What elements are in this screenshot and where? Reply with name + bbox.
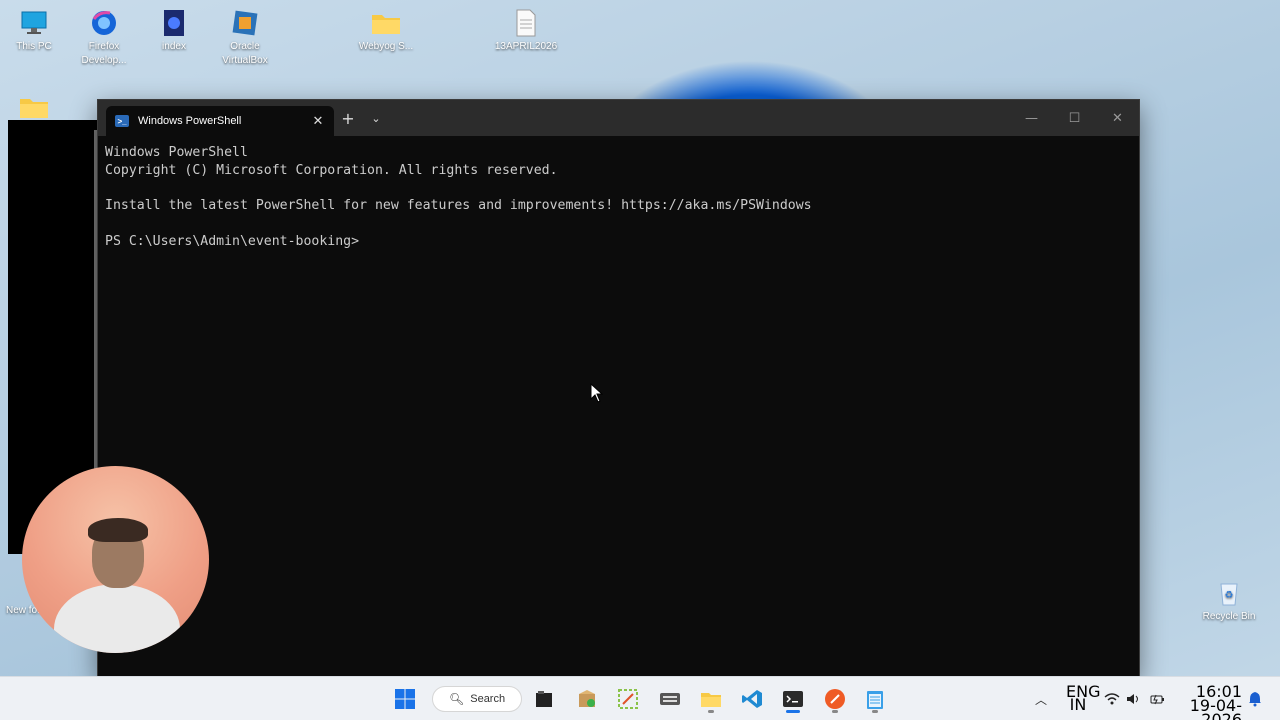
desktop-icon-label: index	[162, 41, 186, 52]
console-line: ​	[105, 215, 1132, 233]
desktop-icon-label: Oracle VirtualBox	[222, 41, 268, 66]
folder-icon	[369, 8, 403, 38]
search-label: Search	[470, 693, 506, 705]
running-indicator	[708, 710, 714, 713]
tab-windows-powershell[interactable]: >_ Windows PowerShell ✕	[106, 106, 334, 136]
windows-icon	[395, 689, 415, 709]
close-tab-icon[interactable]: ✕	[308, 111, 328, 131]
desktop-icon-webyog[interactable]: Webyog S...	[349, 8, 423, 54]
speaker-icon	[1127, 694, 1138, 704]
console-line: ​	[105, 180, 1132, 198]
minimize-button[interactable]: —	[1010, 100, 1053, 136]
mouse-cursor-icon	[590, 383, 604, 403]
terminal-icon	[783, 691, 803, 707]
folder-icon	[701, 693, 721, 707]
taskbar-keyboard-app[interactable]	[653, 683, 687, 715]
taskbar-snipping-tool[interactable]	[611, 683, 645, 715]
taskbar-package-app[interactable]	[570, 683, 604, 715]
desktop-icon-this-pc[interactable]: This PC	[0, 8, 71, 54]
console-line: Copyright (C) Microsoft Corporation. All…	[105, 162, 558, 178]
active-indicator	[786, 710, 800, 713]
close-button[interactable]: ✕	[1096, 100, 1139, 136]
desktop-icon-firefox-developer[interactable]: Firefox Develop...	[67, 8, 141, 68]
webcam-person-hair	[88, 518, 148, 542]
wifi-button[interactable]	[1101, 683, 1123, 715]
clock-date: 19-04-2026	[1189, 696, 1242, 720]
notifications-button[interactable]	[1244, 683, 1266, 715]
start-button[interactable]	[388, 683, 422, 715]
keyboard-icon	[660, 693, 680, 705]
terminal-window[interactable]: >_ Windows PowerShell ✕ + ⌄ — ☐ ✕ Window…	[97, 99, 1140, 677]
battery-button[interactable]	[1146, 683, 1168, 715]
notepad-icon	[867, 691, 883, 709]
console-line: Install the latest PowerShell for new fe…	[105, 198, 812, 214]
desktop-icon-label: 13APRIL2026	[494, 41, 558, 52]
desktop-icon-recycle-bin[interactable]: ♻ Recycle Bin	[1192, 578, 1266, 624]
chevron-up-icon: ︿	[1034, 692, 1047, 707]
powershell-icon: >_	[115, 115, 129, 127]
desktop-icon-label: Webyog S...	[358, 41, 414, 52]
webcam-person-body	[54, 584, 180, 653]
taskbar: 🔍︎ Search ︿ ENG IN 16:01 19-04-2026	[0, 676, 1280, 720]
search-icon: 🔍︎	[449, 692, 465, 706]
running-indicator	[832, 710, 838, 713]
terminal-titlebar[interactable]: >_ Windows PowerShell ✕ + ⌄ — ☐ ✕	[98, 100, 1139, 136]
postman-icon	[825, 689, 845, 709]
vscode-icon	[742, 690, 762, 708]
taskbar-file-explorer[interactable]	[694, 683, 728, 715]
firefox-icon	[87, 8, 121, 38]
volume-button[interactable]	[1123, 683, 1145, 715]
terminal-output[interactable]: Windows PowerShell Copyright (C) Microsof…	[98, 136, 1139, 259]
system-clock[interactable]: 16:01 19-04-2026	[1180, 684, 1242, 720]
chevron-down-icon[interactable]: ⌄	[362, 100, 390, 136]
new-tab-button[interactable]: +	[334, 100, 362, 136]
battery-icon	[1150, 694, 1164, 705]
svg-text:♻: ♻	[1225, 590, 1234, 601]
taskbar-postman[interactable]	[818, 683, 852, 715]
desktop-icon-index[interactable]: index	[137, 8, 211, 54]
firefox-file-icon	[157, 8, 191, 38]
package-icon	[579, 690, 595, 707]
desktop-icon-label: Firefox Develop...	[81, 41, 127, 66]
taskbar-terminal[interactable]	[776, 683, 810, 715]
taskbar-notepad[interactable]	[858, 683, 892, 715]
tab-title: Windows PowerShell	[138, 115, 242, 127]
folder-icon	[17, 92, 51, 122]
taskbar-vscode[interactable]	[735, 683, 769, 715]
taskbar-search[interactable]: 🔍︎ Search	[432, 686, 522, 712]
wifi-icon	[1104, 693, 1120, 705]
show-hidden-icons-button[interactable]: ︿	[1024, 683, 1058, 715]
recycle-bin-icon: ♻	[1212, 578, 1246, 608]
desktop-icon-label: Recycle Bin	[1202, 611, 1256, 622]
language-indicator[interactable]: ENG IN	[1066, 684, 1100, 713]
virtualbox-icon	[228, 8, 262, 38]
monitor-icon	[17, 8, 51, 38]
desktop-icon-oracle-virtualbox[interactable]: Oracle VirtualBox	[208, 8, 282, 68]
snipping-tool-icon	[618, 689, 638, 709]
console-prompt[interactable]: PS C:\Users\Admin\event-booking>	[105, 233, 1132, 251]
file-manager-icon	[536, 691, 552, 707]
maximize-button[interactable]: ☐	[1053, 100, 1096, 136]
webcam-overlay	[22, 466, 209, 653]
desktop-icon-label: This PC	[16, 41, 52, 52]
bell-icon	[1249, 692, 1261, 707]
document-icon	[509, 8, 543, 38]
taskbar-file-manager[interactable]	[527, 683, 561, 715]
desktop-icon-13april2026[interactable]: 13APRIL2026	[489, 8, 563, 54]
console-line: Windows PowerShell	[105, 145, 248, 160]
running-indicator	[872, 710, 878, 713]
